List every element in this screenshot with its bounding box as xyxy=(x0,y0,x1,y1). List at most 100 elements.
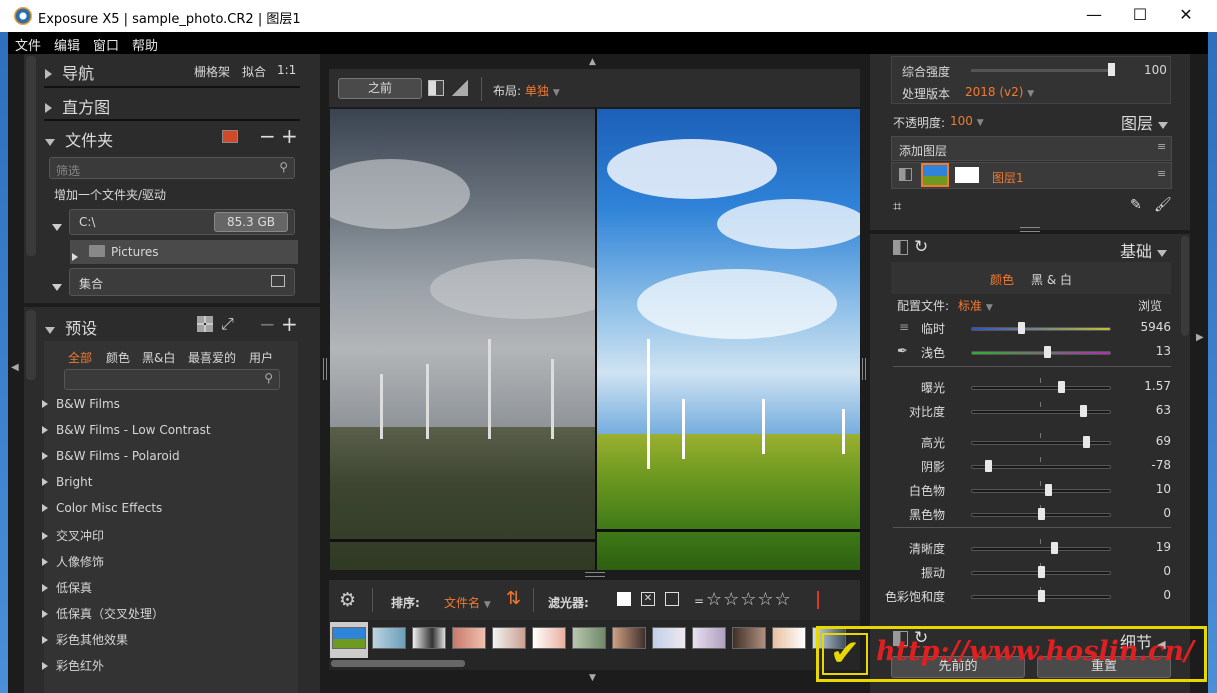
menu-file[interactable]: 文件 xyxy=(8,32,47,54)
slider-track[interactable] xyxy=(971,465,1111,469)
slider-knob[interactable] xyxy=(1080,405,1087,417)
thumbnail[interactable] xyxy=(532,627,566,649)
slider-track[interactable] xyxy=(971,547,1111,551)
preset-item[interactable]: 彩色其他效果 xyxy=(42,631,128,648)
layer-mask-thumbnail[interactable] xyxy=(955,167,979,183)
collapse-right-icon[interactable]: ▶ xyxy=(1196,332,1204,343)
preset-item[interactable]: 低保真（交叉处理） xyxy=(42,605,164,622)
nav-one-to-one[interactable]: 1:1 xyxy=(277,63,296,77)
slider-knob[interactable] xyxy=(1038,508,1045,520)
histogram-header[interactable]: 直方图 xyxy=(45,94,110,118)
add-folder-icon[interactable]: + xyxy=(281,124,298,148)
sort-direction-icon[interactable]: ⇅ xyxy=(506,588,521,609)
strength-slider-knob[interactable] xyxy=(1108,63,1115,76)
menu-lines-icon[interactable]: ≡ xyxy=(1157,140,1166,153)
slider-track[interactable] xyxy=(971,441,1111,445)
color-label-filter[interactable] xyxy=(817,591,819,609)
slider-knob[interactable] xyxy=(1038,590,1045,602)
maximize-button[interactable]: ☐ xyxy=(1117,0,1163,32)
left-splitter[interactable] xyxy=(323,358,327,380)
right-scrollbar[interactable] xyxy=(1181,236,1189,336)
browse-button[interactable]: 浏览 xyxy=(1138,297,1162,314)
slider-clarity[interactable]: 清晰度 19 xyxy=(889,536,1171,560)
right-splitter-h[interactable] xyxy=(1020,227,1040,232)
tab-bw[interactable]: 黑 & 白 xyxy=(1031,271,1072,288)
collections-icon[interactable] xyxy=(271,275,285,287)
settings-gear-icon[interactable]: ⚙ xyxy=(339,589,356,611)
preset-item[interactable]: 交叉冲印 xyxy=(42,527,104,544)
left-scrollbar[interactable] xyxy=(26,56,36,256)
thumbnail[interactable] xyxy=(452,627,486,649)
drive-expand-icon[interactable] xyxy=(52,216,62,235)
star-rating-filter[interactable]: ☆☆☆☆☆ xyxy=(706,589,792,610)
slider-vibrance[interactable]: 振动 0 xyxy=(889,560,1171,584)
collapse-left-icon[interactable]: ◀ xyxy=(11,362,19,373)
preset-item[interactable]: B&W Films xyxy=(42,397,120,411)
before-button[interactable]: 之前 xyxy=(338,78,422,99)
sort-dropdown[interactable]: 文件名 ▼ xyxy=(444,594,491,611)
strength-slider-track[interactable] xyxy=(971,69,1111,72)
slider-knob[interactable] xyxy=(1043,346,1051,358)
preset-item[interactable]: 人像修饰 xyxy=(42,553,104,570)
collapse-bottom-icon[interactable]: ▼ xyxy=(589,673,596,683)
preset-search-input[interactable]: ⚲ xyxy=(64,369,280,390)
slider-contrast[interactable]: 对比度 63 xyxy=(889,399,1171,423)
slider-knob[interactable] xyxy=(1082,436,1090,448)
crop-icon[interactable]: ⌗ xyxy=(893,197,901,215)
slider-track[interactable] xyxy=(971,489,1111,493)
folder-filter-input[interactable]: 筛选 ⚲ xyxy=(49,157,295,179)
layer-name[interactable]: 图层1 xyxy=(992,169,1024,186)
preset-item[interactable]: 彩色红外 xyxy=(42,657,104,674)
thumbnail[interactable] xyxy=(412,627,446,649)
reset-icon[interactable]: ↻ xyxy=(914,237,928,257)
thumbnail[interactable] xyxy=(612,627,646,649)
collections-expand-icon[interactable] xyxy=(52,276,62,295)
layers-title[interactable]: 图层 xyxy=(1121,110,1169,134)
preset-tab-color[interactable]: 颜色 xyxy=(106,349,130,366)
presets-header[interactable]: 预设 xyxy=(45,315,97,339)
nav-fit[interactable]: 拟合 xyxy=(242,63,266,80)
tab-color[interactable]: 颜色 xyxy=(990,271,1014,288)
before-image[interactable] xyxy=(330,109,595,570)
flag-unflagged-icon[interactable] xyxy=(665,592,679,606)
minimize-button[interactable]: — xyxy=(1071,0,1117,32)
preset-tab-user[interactable]: 用户 xyxy=(249,349,273,366)
slider-knob[interactable] xyxy=(1050,542,1058,554)
thumbnail[interactable] xyxy=(492,627,526,649)
nav-grid[interactable]: 栅格架 xyxy=(194,63,230,80)
flag-reject-icon[interactable]: ✕ xyxy=(641,592,655,606)
profile-dropdown[interactable]: 标准 ▼ xyxy=(958,297,993,314)
slider-highlights[interactable]: 高光 69 xyxy=(889,430,1171,454)
thumbnail[interactable] xyxy=(572,627,606,649)
after-image[interactable] xyxy=(597,109,860,570)
menu-edit[interactable]: 编辑 xyxy=(47,32,86,54)
preset-item[interactable]: Color Misc Effects xyxy=(42,501,162,515)
diagonal-split-icon[interactable] xyxy=(452,80,468,96)
remove-folder-icon[interactable]: − xyxy=(259,124,276,148)
thumbnail[interactable] xyxy=(772,627,806,649)
layer-thumbnail[interactable] xyxy=(921,163,949,187)
right-splitter[interactable] xyxy=(862,358,866,380)
brush-icon[interactable]: 🖌︎ xyxy=(1154,197,1172,213)
flag-pick-icon[interactable] xyxy=(617,592,631,606)
thumbnail[interactable] xyxy=(692,627,726,649)
add-preset-icon[interactable]: + xyxy=(281,312,298,336)
opacity-dropdown[interactable]: 100 ▼ xyxy=(950,114,984,128)
slider-track[interactable] xyxy=(971,410,1111,414)
close-button[interactable]: ✕ xyxy=(1163,0,1209,32)
thumbnail[interactable] xyxy=(652,627,686,649)
basic-visibility-icon[interactable] xyxy=(893,240,908,255)
menu-help[interactable]: 帮助 xyxy=(125,32,164,54)
thumbnail[interactable] xyxy=(372,627,406,649)
slider-exposure[interactable]: 曝光 1.57 xyxy=(889,375,1171,399)
remove-preset-icon[interactable]: − xyxy=(259,312,276,336)
layer-visibility-icon[interactable] xyxy=(899,168,912,181)
menu-lines-icon[interactable]: ≡ xyxy=(1157,167,1166,180)
slider-track[interactable] xyxy=(971,351,1111,355)
slider-temperature[interactable]: 临时 5946 xyxy=(889,316,1171,340)
preset-item[interactable]: B&W Films - Low Contrast xyxy=(42,423,211,437)
rating-equals[interactable]: = xyxy=(694,594,704,608)
preset-tab-bw[interactable]: 黑&白 xyxy=(142,349,175,366)
add-folder-link[interactable]: 增加一个文件夹/驱动 xyxy=(54,186,166,203)
grid-view-icon[interactable] xyxy=(197,316,213,332)
